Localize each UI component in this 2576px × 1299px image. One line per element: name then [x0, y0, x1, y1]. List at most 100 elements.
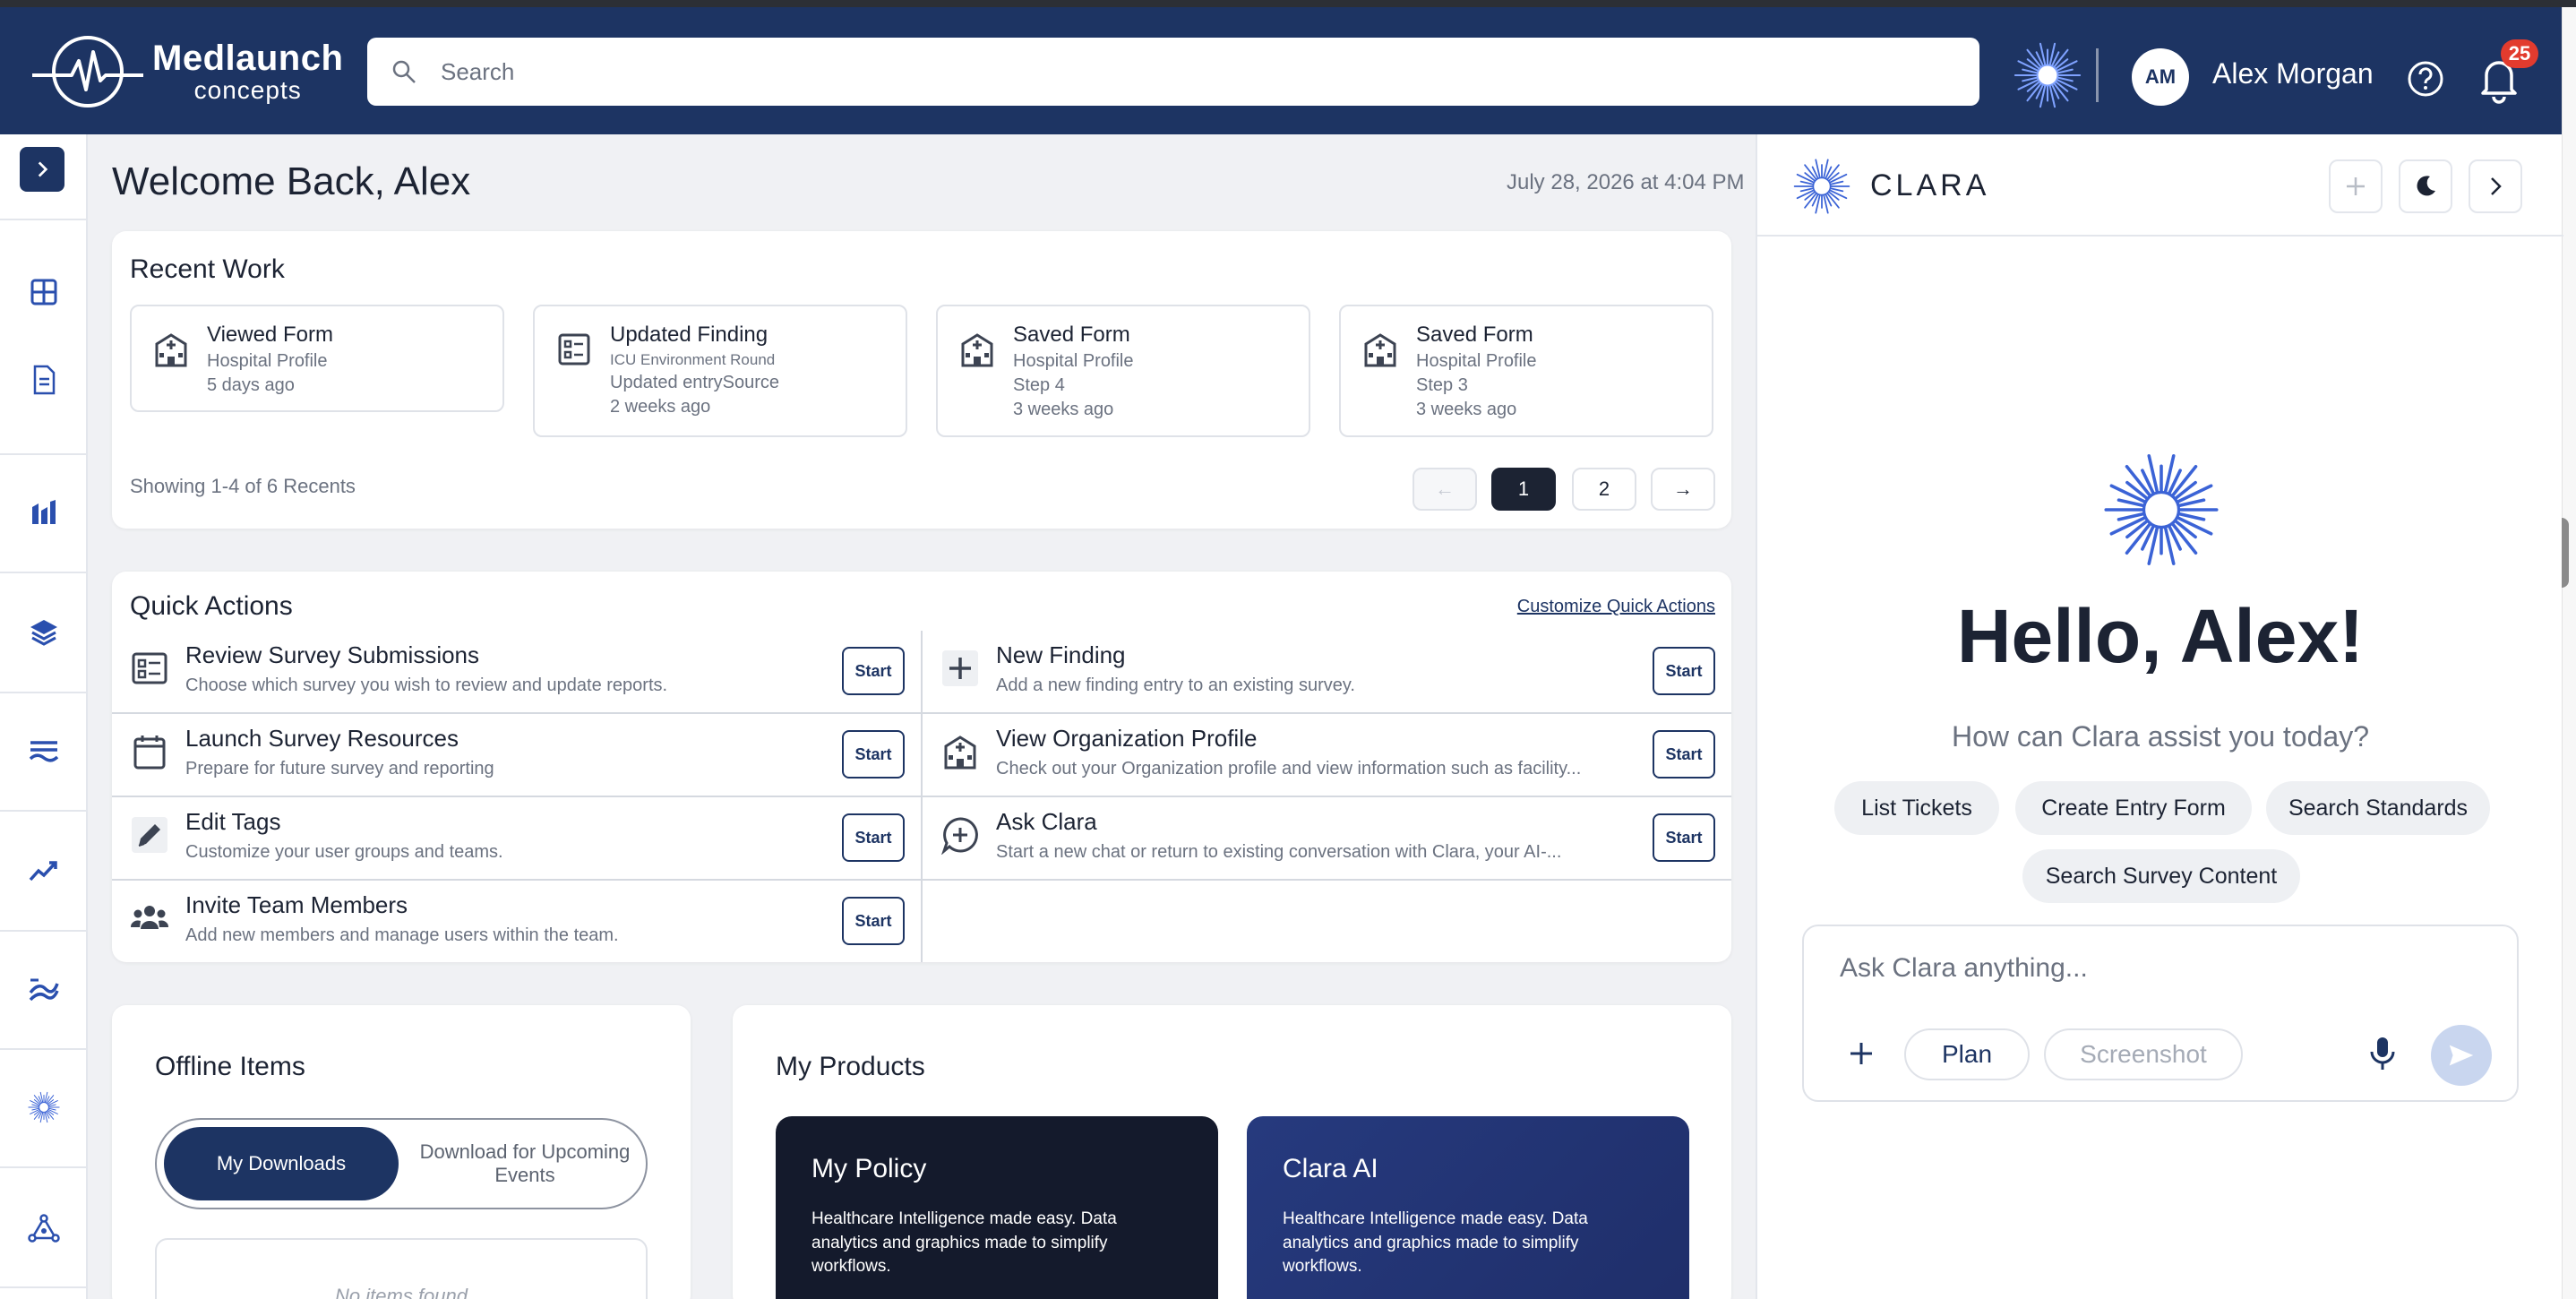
suggestion-chip[interactable]: Create Entry Form	[2015, 781, 2252, 835]
clara-chat-input[interactable]	[1840, 953, 2467, 984]
chevron-right-icon	[2491, 177, 2502, 195]
recent-work-item[interactable]: Saved Form Hospital Profile Step 4 3 wee…	[936, 305, 1310, 437]
recent-work-item[interactable]: Updated Finding ICU Environment Round Up…	[533, 305, 907, 437]
search-icon	[392, 60, 416, 83]
nav-dashboard[interactable]	[0, 276, 88, 308]
checklist-icon	[558, 333, 590, 366]
current-datetime: July 28, 2026 at 4:04 PM	[1507, 170, 1745, 194]
rail-divider	[0, 1286, 86, 1288]
expand-sidebar-button[interactable]	[20, 147, 64, 192]
quick-action-row[interactable]: Edit Tags Customize your user groups and…	[112, 797, 921, 881]
recent-work-item[interactable]: Viewed Form Hospital Profile 5 days ago	[130, 305, 504, 412]
nav-layers[interactable]	[0, 616, 88, 649]
customize-quick-actions-link[interactable]: Customize Quick Actions	[1517, 597, 1715, 617]
recent-item-detail: Hospital Profile	[207, 351, 328, 371]
search-bar[interactable]	[367, 38, 1979, 106]
suggestion-chip[interactable]: List Tickets	[1834, 781, 1999, 835]
quick-action-row[interactable]: View Organization Profile Check out your…	[923, 714, 1731, 797]
lines-icon	[29, 741, 59, 762]
product-card-clara-ai[interactable]: Clara AI Healthcare Intelligence made ea…	[1247, 1116, 1689, 1299]
pencil-icon	[128, 813, 171, 856]
start-button[interactable]: Start	[842, 813, 905, 862]
quick-action-description: Start a new chat or return to existing c…	[996, 842, 1562, 862]
start-button[interactable]: Start	[1653, 813, 1715, 862]
nav-reports[interactable]	[0, 496, 88, 529]
quick-action-row[interactable]: Ask Clara Start a new chat or return to …	[923, 797, 1731, 881]
collapse-panel-button[interactable]	[2469, 159, 2522, 213]
clara-greeting: Hello, Alex!	[1956, 594, 2365, 678]
rail-divider	[0, 1166, 86, 1168]
recent-item-title: Saved Form	[1013, 323, 1130, 347]
microphone-icon[interactable]	[2366, 1034, 2399, 1073]
quick-action-description: Customize your user groups and teams.	[185, 842, 503, 862]
nav-documents[interactable]	[0, 364, 88, 396]
rail-divider	[0, 219, 86, 220]
nav-analytics[interactable]	[0, 855, 88, 887]
plan-mode-button[interactable]: Plan	[1904, 1028, 2030, 1080]
heartbeat-logo-icon	[32, 36, 143, 108]
user-name[interactable]: Alex Morgan	[2212, 57, 2374, 90]
my-downloads-tab[interactable]: My Downloads	[164, 1127, 399, 1200]
search-input[interactable]	[441, 57, 1874, 86]
product-title: Clara AI	[1283, 1154, 1378, 1183]
quick-action-title: Review Survey Submissions	[185, 641, 480, 668]
recent-item-title: Viewed Form	[207, 323, 333, 347]
brand-logo[interactable]: Medlaunch concepts	[32, 34, 343, 109]
send-icon	[2449, 1045, 2474, 1066]
page-scrollbar[interactable]	[2562, 7, 2576, 1299]
clara-assistant-panel: CLARA Hello, Alex! How can Clara assist …	[1756, 134, 2563, 1299]
suggestion-chip[interactable]: Search Standards	[2266, 781, 2490, 835]
quick-action-row[interactable]: Invite Team Members Add new members and …	[112, 881, 921, 964]
next-page-button[interactable]: →	[1651, 468, 1715, 511]
quick-action-row[interactable]: New Finding Add a new finding entry to a…	[923, 631, 1731, 714]
attach-plus-icon[interactable]	[1845, 1037, 1877, 1070]
nav-clara[interactable]	[0, 1091, 88, 1123]
start-button[interactable]: Start	[1653, 730, 1715, 779]
recent-item-detail: Updated entrySource	[610, 373, 780, 392]
suggestion-chip[interactable]: Search Survey Content	[2022, 849, 2300, 903]
chevron-right-icon	[38, 161, 48, 177]
page-1-button[interactable]: 1	[1491, 468, 1556, 511]
start-button[interactable]: Start	[842, 730, 905, 779]
dark-mode-button[interactable]	[2399, 159, 2452, 213]
start-button[interactable]: Start	[842, 897, 905, 945]
send-button[interactable]	[2431, 1025, 2492, 1086]
avatar[interactable]: AM	[2132, 48, 2189, 106]
upcoming-events-tab[interactable]: Download for Upcoming Events	[408, 1127, 642, 1200]
help-icon[interactable]	[2406, 59, 2445, 99]
recent-item-detail: Hospital Profile	[1013, 351, 1134, 371]
chat-plus-icon	[939, 813, 982, 856]
notification-badge: 25	[2501, 39, 2538, 68]
offline-items-list: No items found	[155, 1238, 648, 1299]
my-products-card: My Products My Policy Healthcare Intelli…	[733, 1005, 1731, 1299]
quick-action-row[interactable]: Review Survey Submissions Choose which s…	[112, 631, 921, 714]
empty-state-text: No items found	[335, 1285, 468, 1299]
product-description: Healthcare Intelligence made easy. Data …	[811, 1209, 1117, 1277]
quick-action-title: Edit Tags	[185, 808, 281, 835]
screenshot-button[interactable]: Screenshot	[2044, 1028, 2243, 1080]
quick-action-row[interactable]: Launch Survey Resources Prepare for futu…	[112, 714, 921, 797]
clara-star-icon[interactable]	[2014, 41, 2082, 109]
product-description: Healthcare Intelligence made easy. Data …	[1283, 1209, 1588, 1277]
recent-work-title: Recent Work	[130, 254, 285, 284]
quick-action-title: Invite Team Members	[185, 891, 408, 918]
clara-panel-header: CLARA	[1757, 134, 2563, 237]
quick-action-title: New Finding	[996, 641, 1126, 668]
page-2-button[interactable]: 2	[1572, 468, 1636, 511]
start-button[interactable]: Start	[1653, 647, 1715, 695]
recent-item-title: Saved Form	[1416, 323, 1533, 347]
recent-item-detail: Step 4	[1013, 375, 1065, 395]
quick-action-title: View Organization Profile	[996, 725, 1258, 752]
recent-work-item[interactable]: Saved Form Hospital Profile Step 3 3 wee…	[1339, 305, 1713, 437]
product-card-my-policy[interactable]: My Policy Healthcare Intelligence made e…	[776, 1116, 1218, 1299]
nav-standards[interactable]	[0, 735, 88, 767]
nav-trends[interactable]	[0, 973, 88, 1005]
recent-item-detail: Step 3	[1416, 375, 1468, 395]
quick-actions-title: Quick Actions	[130, 591, 293, 621]
start-button[interactable]: Start	[842, 647, 905, 695]
recent-item-time: 5 days ago	[207, 375, 295, 395]
new-chat-button[interactable]	[2329, 159, 2383, 213]
prev-page-button[interactable]: ←	[1413, 468, 1477, 511]
hospital-icon	[961, 333, 993, 367]
nav-network[interactable]	[0, 1213, 88, 1245]
